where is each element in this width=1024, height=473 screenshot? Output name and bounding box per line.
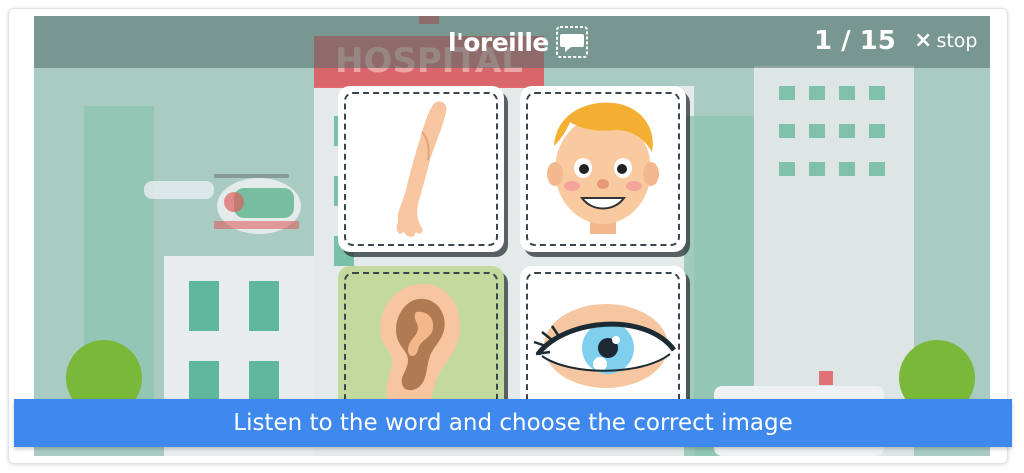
speech-bubble-icon[interactable] [555, 25, 589, 59]
progress-counter: 1 / 15 [814, 26, 896, 56]
target-word[interactable]: l'oreille [448, 24, 589, 60]
target-word-label: l'oreille [448, 27, 549, 57]
stop-button[interactable]: × stop [914, 28, 978, 53]
answer-card-face[interactable] [520, 86, 686, 252]
hospital-background: HOSPITAL [34, 16, 990, 456]
game-stage: HOSPITAL [34, 16, 990, 456]
close-icon: × [914, 28, 933, 53]
answer-card-arm[interactable] [338, 86, 504, 252]
face-image [547, 102, 659, 234]
instruction-banner: Listen to the word and choose the correc… [14, 399, 1012, 447]
stop-label: stop [936, 30, 978, 52]
arm-image [396, 101, 447, 237]
